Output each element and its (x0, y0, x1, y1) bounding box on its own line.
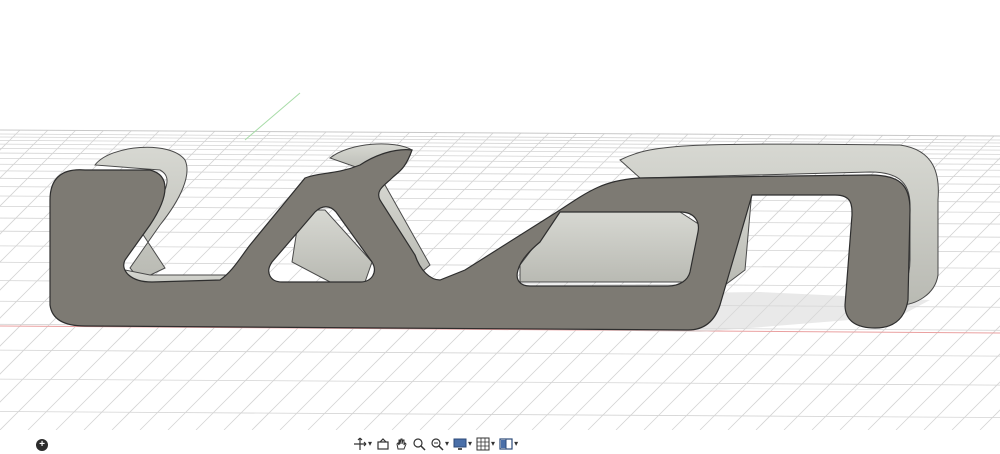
zoom-icon (413, 438, 426, 451)
zoom-button[interactable] (411, 435, 427, 453)
display-settings-button[interactable]: ▾ (452, 435, 473, 453)
fit-view-menu-caret[interactable]: ▾ (445, 435, 449, 453)
grid-snaps-menu-caret[interactable]: ▾ (491, 435, 495, 453)
viewports-icon (499, 438, 513, 450)
look-at-button[interactable] (375, 435, 391, 453)
grid-line (0, 411, 1000, 418)
plus-icon: + (39, 439, 45, 450)
viewports-menu-caret[interactable]: ▾ (514, 435, 518, 453)
navigation-toolbar: ▾ ▾ ▾ ▾ ▾ (352, 435, 519, 453)
3d-viewport[interactable]: + ▾ ▾ ▾ ▾ ▾ (0, 0, 1000, 454)
orbit-button[interactable]: ▾ (352, 435, 373, 453)
orbit-menu-caret[interactable]: ▾ (368, 435, 372, 453)
display-settings-menu-caret[interactable]: ▾ (468, 435, 472, 453)
fit-view-button[interactable]: ▾ (429, 435, 450, 453)
add-button[interactable]: + (36, 439, 48, 451)
grid-line (0, 378, 1000, 386)
grid-snaps-icon (476, 437, 490, 451)
look-at-icon (377, 438, 389, 450)
fit-view-icon (431, 438, 444, 451)
viewports-button[interactable]: ▾ (498, 435, 519, 453)
display-settings-icon (453, 438, 467, 450)
orbit-icon (354, 437, 367, 450)
grid-snaps-button[interactable]: ▾ (475, 435, 496, 453)
pan-hand-icon (396, 438, 407, 450)
y-axis-line (244, 92, 301, 141)
grid-line (0, 130, 49, 430)
grid-line (0, 349, 1000, 357)
model-canvas[interactable] (0, 0, 1000, 454)
pan-button[interactable] (393, 435, 409, 453)
